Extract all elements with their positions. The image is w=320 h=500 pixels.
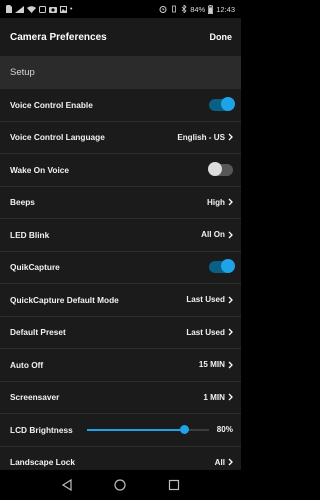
battery-icon <box>208 4 214 14</box>
setting-row-quickcapture-default-mode[interactable]: QuickCapture Default Mode Last Used <box>0 284 241 317</box>
setting-row-lcd-brightness[interactable]: LCD Brightness 80% <box>0 414 241 447</box>
setting-value: Last Used <box>186 295 225 305</box>
section-title: Setup <box>10 67 35 78</box>
back-icon[interactable] <box>61 479 73 491</box>
chevron-right-icon <box>228 361 233 369</box>
setting-label: LCD Brightness <box>10 424 73 435</box>
led-blink-value: All On <box>201 230 233 239</box>
setting-row-default-preset[interactable]: Default Preset Last Used <box>0 316 241 349</box>
setting-value: High <box>207 197 225 207</box>
setting-row-led-blink[interactable]: LED Blink All On <box>0 219 241 252</box>
more-notifications-icon: • <box>70 5 73 13</box>
chevron-right-icon <box>228 198 233 206</box>
voice-control-language-value: English - US <box>177 133 233 142</box>
screensaver-value: 1 MIN <box>203 393 233 402</box>
photo-notification-icon <box>60 5 67 13</box>
setting-label: QuikCapture <box>10 262 60 273</box>
battery-percent: 84% <box>190 4 206 14</box>
setting-label: Screensaver <box>10 392 60 403</box>
auto-off-value: 15 MIN <box>199 360 233 369</box>
lcd-brightness-slider[interactable] <box>86 424 209 436</box>
chevron-right-icon <box>228 296 233 304</box>
home-icon[interactable] <box>114 479 127 491</box>
landscape-lock-value: All <box>215 458 233 467</box>
setting-label: QuickCapture Default Mode <box>10 294 119 305</box>
setting-label: Voice Control Enable <box>10 99 93 110</box>
setting-row-wake-on-voice[interactable]: Wake On Voice <box>0 154 241 187</box>
toggle-knob <box>221 259 235 274</box>
status-bar: • 84% 12:43 <box>0 0 241 18</box>
setting-label: Voice Control Language <box>10 132 105 143</box>
setting-label: Beeps <box>10 197 35 208</box>
default-preset-value: Last Used <box>186 328 233 337</box>
setting-row-quikcapture[interactable]: QuikCapture <box>0 251 241 284</box>
voice-control-enable-toggle[interactable] <box>209 96 235 111</box>
page-title: Camera Preferences <box>10 31 107 43</box>
chevron-right-icon <box>228 393 233 401</box>
setting-row-voice-control-enable[interactable]: Voice Control Enable <box>0 89 241 122</box>
slider-fill <box>86 428 185 431</box>
toggle-knob <box>208 161 222 176</box>
settings-list: Voice Control Enable Voice Control Langua… <box>0 89 241 479</box>
status-right: 84% 12:43 <box>159 4 235 14</box>
chevron-right-icon <box>228 231 233 239</box>
vibrate-icon <box>172 5 177 13</box>
chevron-right-icon <box>228 328 233 336</box>
setting-value: 15 MIN <box>198 360 225 370</box>
clock: 12:43 <box>216 4 235 14</box>
setting-label: Default Preset <box>10 327 66 338</box>
navigation-bar <box>0 470 241 500</box>
setting-label: LED Blink <box>10 229 50 240</box>
setting-label: Wake On Voice <box>10 164 70 175</box>
chevron-right-icon <box>228 458 233 466</box>
setting-label: Landscape Lock <box>10 457 76 468</box>
beeps-value: High <box>207 198 233 207</box>
wifi-icon <box>27 5 36 13</box>
bluetooth-icon <box>181 5 187 13</box>
setting-label: Auto Off <box>10 359 44 370</box>
setting-value: All <box>214 457 225 467</box>
sim-icon <box>6 5 12 13</box>
toggle-knob <box>221 96 235 111</box>
section-header-setup: Setup <box>0 56 241 89</box>
setting-value: Last Used <box>186 327 225 337</box>
chevron-right-icon <box>228 133 233 141</box>
slider-thumb[interactable] <box>179 425 189 435</box>
setting-value: All On <box>201 230 225 240</box>
recents-icon[interactable] <box>168 479 180 491</box>
app-bar: Camera Preferences Done <box>0 18 241 56</box>
quickcapture-default-mode-value: Last Used <box>186 295 233 304</box>
status-left: • <box>6 5 72 13</box>
cellular-signal-icon <box>15 5 24 13</box>
notification-icon <box>39 5 46 13</box>
alarm-icon <box>159 6 167 13</box>
setting-row-screensaver[interactable]: Screensaver 1 MIN <box>0 381 241 414</box>
lcd-brightness-value: 80% <box>216 425 233 435</box>
slider-track <box>86 425 209 435</box>
setting-row-voice-control-language[interactable]: Voice Control Language English - US <box>0 121 241 154</box>
setting-value: English - US <box>177 132 225 142</box>
wake-on-voice-toggle[interactable] <box>208 161 233 176</box>
camera-notification-icon <box>49 6 57 13</box>
setting-value: 1 MIN <box>203 392 225 402</box>
quikcapture-toggle[interactable] <box>209 259 235 274</box>
setting-row-beeps[interactable]: Beeps High <box>0 186 241 219</box>
setting-row-auto-off[interactable]: Auto Off 15 MIN <box>0 349 241 382</box>
done-button[interactable]: Done <box>210 32 233 42</box>
